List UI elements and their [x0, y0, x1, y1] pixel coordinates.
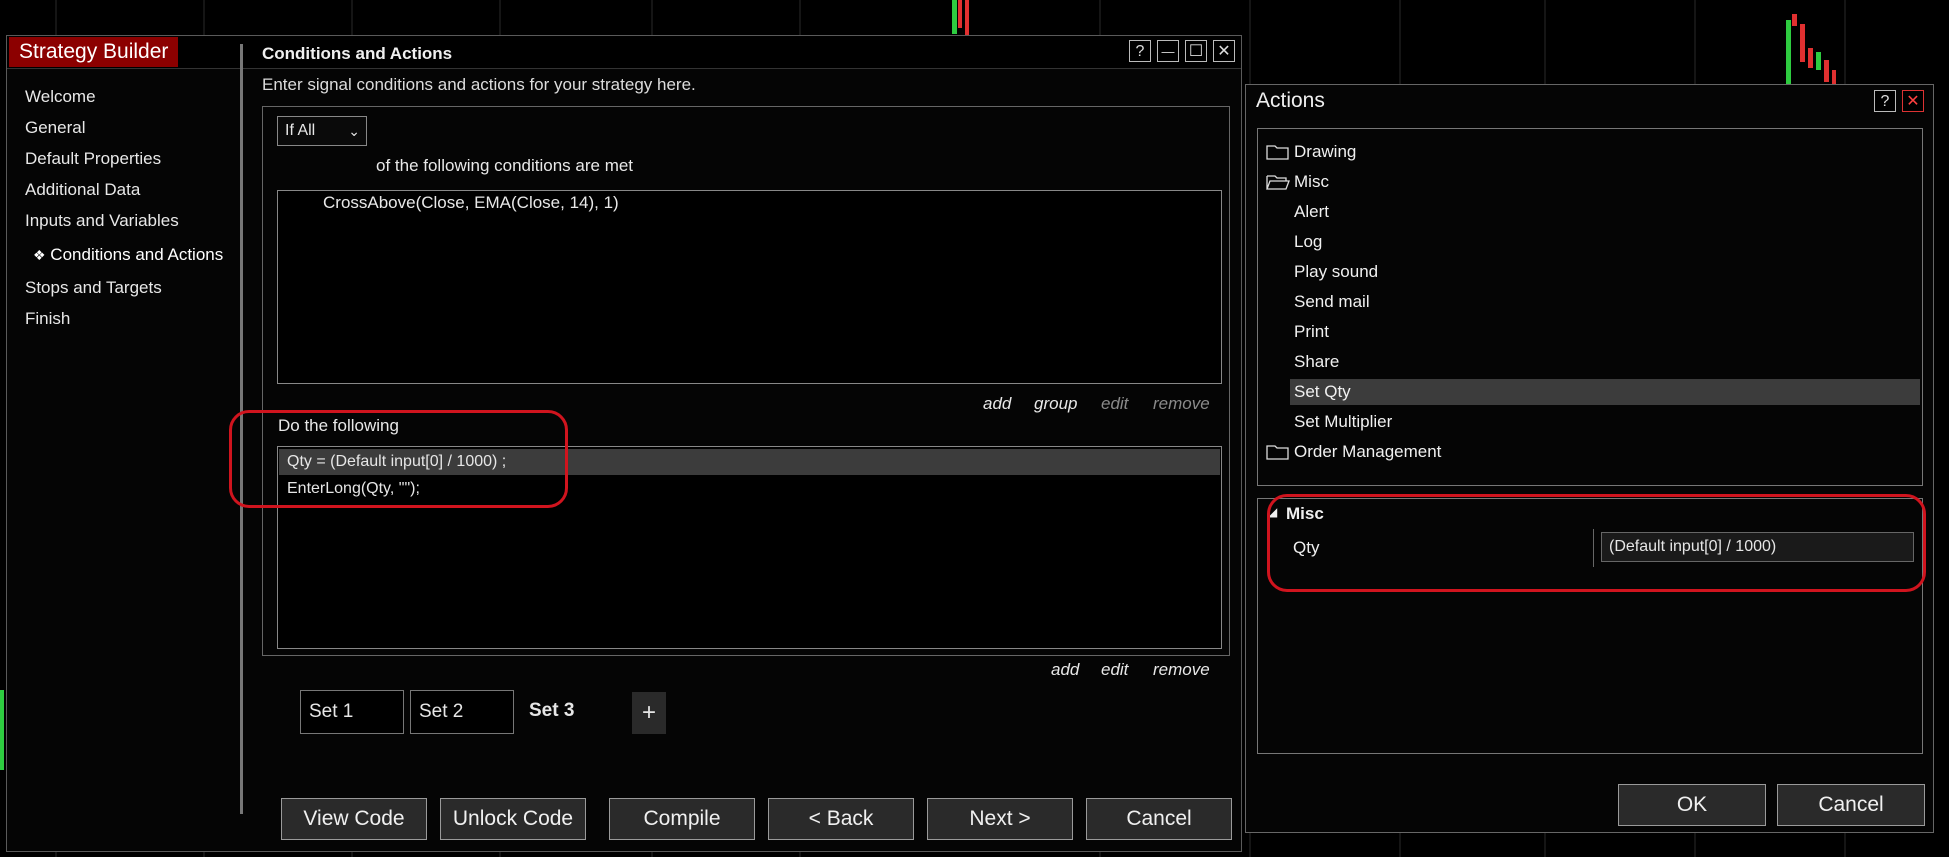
actions-edit-link[interactable]: edit	[1101, 660, 1128, 680]
section-title: Conditions and Actions	[262, 44, 453, 63]
folder-icon	[1266, 445, 1289, 460]
condition-mode-value: If All	[285, 122, 316, 139]
tree-item-alert[interactable]: Alert	[1294, 202, 1329, 222]
tree-item-misc[interactable]: Misc	[1294, 172, 1329, 192]
folder-open-icon	[1266, 175, 1290, 190]
window-title: Strategy Builder	[9, 37, 179, 67]
nav-item-welcome[interactable]: Welcome	[25, 87, 96, 107]
condition-mode-select[interactable]: If All ⌄	[277, 116, 367, 146]
ok-button[interactable]: OK	[1618, 784, 1766, 826]
cancel-button[interactable]: Cancel	[1086, 798, 1232, 840]
nav-item-default-properties[interactable]: Default Properties	[25, 149, 161, 169]
back-button[interactable]: < Back	[768, 798, 914, 840]
tree-item-set-qty[interactable]: Set Qty	[1290, 379, 1920, 405]
actions-cancel-button[interactable]: Cancel	[1777, 784, 1925, 826]
tree-item-order-management[interactable]: Order Management	[1294, 442, 1441, 462]
conditions-add-link[interactable]: add	[983, 394, 1011, 414]
view-code-button[interactable]: View Code	[281, 798, 427, 840]
nav-item-finish[interactable]: Finish	[25, 309, 70, 329]
nav-item-inputs-and-variables[interactable]: Inputs and Variables	[25, 211, 179, 231]
actions-remove-link[interactable]: remove	[1153, 660, 1210, 680]
unlock-code-button[interactable]: Unlock Code	[440, 798, 586, 840]
minimize-button[interactable]: —	[1157, 40, 1179, 62]
next-button[interactable]: Next >	[927, 798, 1073, 840]
maximize-button[interactable]: ☐	[1185, 40, 1207, 62]
tree-item-set-multiplier[interactable]: Set Multiplier	[1294, 412, 1392, 432]
conditions-group-link[interactable]: group	[1034, 394, 1077, 414]
actions-tree[interactable]: Drawing Misc Alert Log Play sound Send m…	[1257, 128, 1923, 486]
condition-item[interactable]: CrossAbove(Close, EMA(Close, 14), 1)	[323, 193, 619, 213]
tree-item-log[interactable]: Log	[1294, 232, 1322, 252]
tab-set-2[interactable]: Set 2	[410, 690, 514, 734]
tree-item-set-qty-label: Set Qty	[1294, 382, 1351, 401]
conditions-list[interactable]: CrossAbove(Close, EMA(Close, 14), 1)	[277, 190, 1222, 384]
tree-item-play-sound[interactable]: Play sound	[1294, 262, 1378, 282]
nav-item-conditions-and-actions[interactable]: ❖ Conditions and Actions	[33, 245, 223, 265]
nav-item-general[interactable]: General	[25, 118, 85, 138]
diamond-marker-icon: ❖	[33, 247, 46, 263]
condition-suffix-label: of the following conditions are met	[376, 156, 634, 175]
compile-button[interactable]: Compile	[609, 798, 755, 840]
tree-item-print[interactable]: Print	[1294, 322, 1329, 342]
tab-set-3[interactable]: Set 3	[521, 690, 629, 734]
tab-set-1[interactable]: Set 1	[300, 690, 404, 734]
actions-add-link[interactable]: add	[1051, 660, 1079, 680]
tree-item-share[interactable]: Share	[1294, 352, 1339, 372]
actions-window-title: Actions	[1256, 89, 1325, 112]
help-button[interactable]: ?	[1129, 40, 1151, 62]
tree-item-drawing[interactable]: Drawing	[1294, 142, 1356, 162]
nav-item-additional-data[interactable]: Additional Data	[25, 180, 140, 200]
highlight-annotation-property	[1267, 494, 1926, 592]
conditions-remove-link[interactable]: remove	[1153, 394, 1210, 414]
chevron-down-icon: ⌄	[348, 123, 360, 139]
strategy-builder-titlebar[interactable]: Strategy Builder ? — ☐ ✕	[7, 36, 1241, 69]
close-button[interactable]: ✕	[1213, 40, 1235, 62]
folder-icon	[1266, 145, 1289, 160]
section-subtitle: Enter signal conditions and actions for …	[262, 75, 696, 94]
actions-help-button[interactable]: ?	[1874, 90, 1896, 112]
actions-window: Actions ? ✕ Drawing Misc Alert Log Play …	[1245, 84, 1934, 833]
tree-item-send-mail[interactable]: Send mail	[1294, 292, 1370, 312]
nav-item-label: Conditions and Actions	[50, 245, 224, 264]
actions-close-button[interactable]: ✕	[1902, 90, 1924, 112]
conditions-edit-link[interactable]: edit	[1101, 394, 1128, 414]
highlight-annotation-actions	[229, 410, 568, 508]
add-set-button[interactable]: +	[632, 692, 666, 734]
nav-item-stops-and-targets[interactable]: Stops and Targets	[25, 278, 162, 298]
